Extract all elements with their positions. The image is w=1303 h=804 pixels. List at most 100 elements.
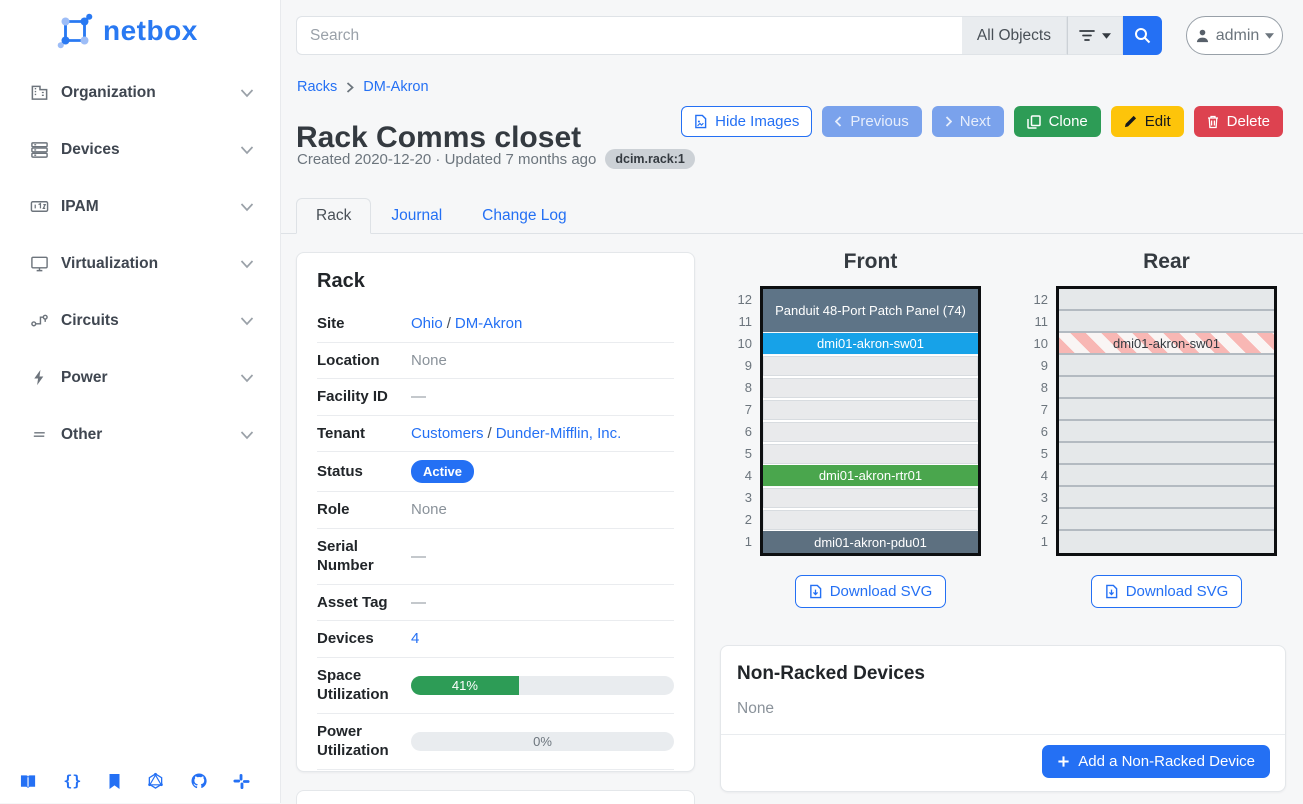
search-filter-button[interactable] (1067, 16, 1123, 55)
object-actions: Hide Images Previous Next Clone Edit Del… (681, 106, 1283, 137)
image-file-icon (694, 114, 707, 129)
empty-slot-u8[interactable] (763, 377, 978, 399)
sidebar-item-organization[interactable]: Organization (0, 64, 280, 121)
hide-images-button[interactable]: Hide Images (681, 106, 812, 137)
tab-journal[interactable]: Journal (371, 198, 462, 234)
rack-device-switch[interactable]: dmi01-akron-sw01 (763, 333, 978, 355)
caret-down-icon (1102, 33, 1111, 39)
api-docs-bookmark-icon[interactable] (107, 773, 122, 790)
sidebar-item-virtualization[interactable]: Virtualization (0, 235, 280, 292)
search-scope-button[interactable]: All Objects (962, 16, 1067, 55)
slack-icon[interactable] (233, 773, 250, 790)
download-file-icon (809, 584, 822, 599)
edit-button[interactable]: Edit (1111, 106, 1184, 137)
delete-button[interactable]: Delete (1194, 106, 1283, 137)
search-input[interactable] (296, 16, 962, 55)
empty-slot-u6[interactable] (763, 421, 978, 443)
trash-icon (1207, 115, 1219, 129)
download-file-icon (1105, 584, 1118, 599)
rear-download-svg-button[interactable]: Download SVG (1091, 575, 1243, 608)
field-asset-tag: Asset Tag — (317, 585, 674, 622)
sidebar-item-power[interactable]: Power (0, 349, 280, 406)
object-id-badge: dcim.rack:1 (605, 149, 694, 169)
rear-slot-u12[interactable] (1059, 289, 1274, 311)
rear-slot-u4[interactable] (1059, 465, 1274, 487)
user-menu-button[interactable]: admin (1186, 16, 1283, 55)
rear-slot-u7[interactable] (1059, 399, 1274, 421)
tenant-group-link[interactable]: Customers (411, 425, 484, 442)
rack-device-pdu[interactable]: dmi01-akron-pdu01 (763, 531, 978, 553)
netbox-logo[interactable]: netbox (0, 0, 280, 50)
status-badge: Active (411, 460, 474, 483)
tenant-link[interactable]: Dunder-Mifflin, Inc. (496, 425, 622, 442)
sidebar-item-label: Devices (61, 141, 120, 159)
circuits-icon (30, 311, 49, 330)
breadcrumb-racks[interactable]: Racks (297, 79, 337, 95)
previous-button[interactable]: Previous (822, 106, 921, 137)
rear-slot-u2[interactable] (1059, 509, 1274, 531)
tab-change-log[interactable]: Change Log (462, 198, 586, 234)
building-icon (30, 83, 49, 102)
field-power-utilization: Power Utilization 0% (317, 714, 674, 770)
add-non-racked-device-button[interactable]: Add a Non-Racked Device (1042, 745, 1270, 778)
rear-slot-u6[interactable] (1059, 421, 1274, 443)
lightning-icon (30, 368, 49, 387)
rear-slot-u11[interactable] (1059, 311, 1274, 333)
rack-device-router[interactable]: dmi01-akron-rtr01 (763, 465, 978, 487)
field-tenant: Tenant Customers/Dunder-Mifflin, Inc. (317, 416, 674, 453)
search-submit-button[interactable] (1123, 16, 1162, 55)
github-icon[interactable] (190, 772, 208, 790)
front-download-svg-button[interactable]: Download SVG (795, 575, 947, 608)
netbox-wordmark: netbox (103, 15, 198, 47)
power-utilization-label: 0% (411, 732, 674, 751)
sidebar: netbox Organization Devices IPAM (0, 0, 281, 803)
empty-slot-u5[interactable] (763, 443, 978, 465)
field-devices: Devices 4 (317, 621, 674, 658)
next-card-top-edge (296, 790, 695, 804)
chevron-down-icon (240, 202, 254, 212)
sidebar-item-label: Power (61, 369, 108, 387)
sidebar-item-other[interactable]: Other (0, 406, 280, 463)
rear-slot-u5[interactable] (1059, 443, 1274, 465)
rear-device-switch[interactable]: dmi01-akron-sw01 (1059, 333, 1274, 355)
empty-slot-u2[interactable] (763, 509, 978, 531)
power-utilization-bar: 0% (411, 732, 674, 751)
site-link[interactable]: Ohio (411, 315, 443, 332)
field-space-utilization: Space Utilization 41% (317, 658, 674, 714)
front-rack: Panduit 48-Port Patch Panel (74) dmi01-a… (760, 286, 981, 556)
chevron-down-icon (240, 430, 254, 440)
rear-slot-u9[interactable] (1059, 355, 1274, 377)
copy-icon (1027, 115, 1041, 129)
rack-group-link[interactable]: DM-Akron (455, 315, 523, 332)
user-label: admin (1216, 27, 1260, 45)
graphql-icon[interactable] (147, 772, 164, 790)
next-button[interactable]: Next (932, 106, 1004, 137)
chevron-right-icon (346, 82, 354, 93)
plus-icon (1057, 755, 1070, 768)
clone-button[interactable]: Clone (1014, 106, 1101, 137)
rack-device-patch-panel[interactable]: Panduit 48-Port Patch Panel (74) (763, 289, 978, 333)
caret-down-icon (1265, 33, 1274, 39)
monitor-icon (30, 254, 49, 273)
counter-icon (30, 197, 49, 216)
sidebar-item-ipam[interactable]: IPAM (0, 178, 280, 235)
empty-slot-u3[interactable] (763, 487, 978, 509)
created-updated-text: Created 2020-12-20 · Updated 7 months ag… (297, 151, 596, 168)
tab-rack[interactable]: Rack (296, 198, 371, 234)
empty-slot-u7[interactable] (763, 399, 978, 421)
front-elevation: Front 121110987654321 Panduit 48-Port Pa… (734, 250, 984, 608)
sidebar-item-circuits[interactable]: Circuits (0, 292, 280, 349)
front-elevation-title: Front (760, 250, 981, 274)
rear-slot-u1[interactable] (1059, 531, 1274, 553)
empty-slot-u9[interactable] (763, 355, 978, 377)
breadcrumb-dm-akron[interactable]: DM-Akron (363, 79, 428, 95)
rear-slot-u3[interactable] (1059, 487, 1274, 509)
devices-count-link[interactable]: 4 (411, 630, 419, 647)
sidebar-item-devices[interactable]: Devices (0, 121, 280, 178)
docs-book-icon[interactable] (19, 773, 38, 790)
chevron-down-icon (240, 88, 254, 98)
rest-api-braces-icon[interactable]: {} (63, 772, 81, 790)
rear-elevation: Rear 121110987654321 dmi01-akron-sw01 Do… (1030, 250, 1280, 608)
rack-card-title: Rack (317, 270, 674, 293)
rear-slot-u8[interactable] (1059, 377, 1274, 399)
